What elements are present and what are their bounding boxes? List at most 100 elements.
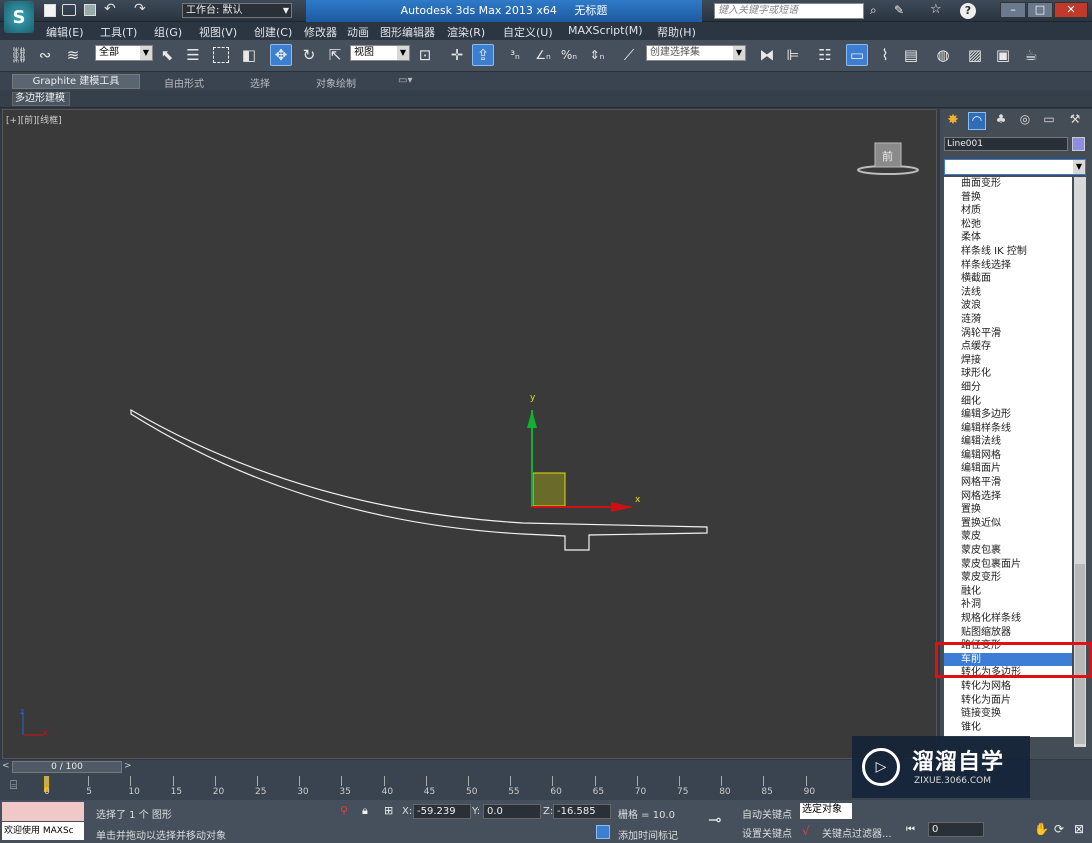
modify-icon[interactable]: ◠ xyxy=(968,112,986,130)
tab-selection[interactable]: 选择 xyxy=(250,75,270,90)
percent-snap-icon[interactable]: %ₙ xyxy=(558,44,580,66)
menu-edit[interactable]: 编辑(E) xyxy=(46,24,84,40)
modifier-item[interactable]: 网格选择 xyxy=(944,490,1072,504)
modifier-item[interactable]: 蒙皮包裹面片 xyxy=(944,558,1072,572)
move-icon[interactable]: ✥ xyxy=(270,44,292,66)
current-frame-field[interactable]: 0 xyxy=(928,822,984,837)
modifier-item[interactable]: 样条线 IK 控制 xyxy=(944,245,1072,259)
select-manipulate-icon[interactable]: ✛ xyxy=(446,44,468,66)
layer-icon[interactable]: ☷ xyxy=(814,44,836,66)
star-icon[interactable]: ☆ xyxy=(930,2,942,17)
link-icon[interactable]: ⛓ xyxy=(8,44,30,66)
app-logo-icon[interactable]: S xyxy=(4,1,34,33)
tools-icon[interactable]: ✎ xyxy=(894,3,904,17)
modifier-item[interactable]: 焊接 xyxy=(944,354,1072,368)
close-button[interactable]: ✕ xyxy=(1054,2,1088,18)
bind-spacewarp-icon[interactable]: ≋ xyxy=(62,44,84,66)
isolate-icon[interactable]: ⚲ xyxy=(340,804,348,817)
undo-icon[interactable]: ↶ xyxy=(104,1,116,17)
time-slider-thumb[interactable]: 0 / 100 xyxy=(12,761,122,773)
menu-help[interactable]: 帮助(H) xyxy=(657,24,696,40)
modifier-item[interactable]: 细化 xyxy=(944,395,1072,409)
help-icon[interactable]: ? xyxy=(960,3,976,19)
maximize-viewport-icon[interactable]: ⊠ xyxy=(1074,822,1084,836)
time-tag-icon[interactable] xyxy=(596,825,610,839)
menu-tools[interactable]: 工具(T) xyxy=(100,24,137,40)
menu-customize[interactable]: 自定义(U) xyxy=(503,24,553,40)
create-icon[interactable]: ✸ xyxy=(944,112,962,130)
modifier-item[interactable]: 编辑网格 xyxy=(944,449,1072,463)
modifier-item[interactable]: 贴图缩放器 xyxy=(944,626,1072,640)
open-file-icon[interactable] xyxy=(62,4,76,16)
key-filter-button[interactable]: 关键点过滤器... xyxy=(822,825,892,840)
modifier-item[interactable]: 编辑法线 xyxy=(944,435,1072,449)
modifier-item[interactable]: 蒙皮 xyxy=(944,530,1072,544)
viewport-front[interactable]: [+][前][线框] y x 前 z x xyxy=(2,109,937,759)
menu-rendering[interactable]: 渲染(R) xyxy=(447,24,485,40)
curve-editor-icon[interactable]: ⌇ xyxy=(874,44,896,66)
menu-group[interactable]: 组(G) xyxy=(154,24,182,40)
tab-object-paint[interactable]: 对象绘制 xyxy=(316,75,356,90)
key-filter-icon[interactable]: √ xyxy=(802,824,810,838)
render-setup-icon[interactable]: ▨ xyxy=(964,44,986,66)
viewcube-label[interactable]: 前 xyxy=(882,148,893,164)
modifier-item[interactable]: 补洞 xyxy=(944,598,1072,612)
y-coord-field[interactable]: 0.0 xyxy=(483,804,541,819)
orbit-icon[interactable]: ⟳ xyxy=(1054,822,1064,836)
modifier-item[interactable]: 规格化样条线 xyxy=(944,612,1072,626)
select-object-icon[interactable]: ⬉ xyxy=(156,44,178,66)
menu-maxscript[interactable]: MAXScript(M) xyxy=(568,24,643,37)
modifier-item[interactable]: 柔体 xyxy=(944,231,1072,245)
z-coord-field[interactable]: -16.585 xyxy=(553,804,611,819)
search-input[interactable]: 键入关键字或短语 xyxy=(714,3,864,19)
utilities-icon[interactable]: ⚒ xyxy=(1066,112,1084,130)
key-icon[interactable]: ⊸ xyxy=(708,810,721,829)
select-by-name-icon[interactable]: ☰ xyxy=(182,44,204,66)
display-icon[interactable]: ▭ xyxy=(1040,112,1058,130)
render-icon[interactable]: ☕ xyxy=(1020,44,1042,66)
snap-3-icon[interactable]: ³ₙ xyxy=(504,44,526,66)
x-coord-field[interactable]: -59.239 xyxy=(413,804,471,819)
modifier-item[interactable]: 编辑样条线 xyxy=(944,422,1072,436)
menu-animation[interactable]: 动画 xyxy=(347,24,369,40)
modifier-item[interactable]: 普换 xyxy=(944,191,1072,205)
unlink-icon[interactable]: ∾ xyxy=(34,44,56,66)
rect-select-icon[interactable] xyxy=(210,44,232,66)
modifier-item[interactable]: 球形化 xyxy=(944,367,1072,381)
time-prev-button[interactable]: < xyxy=(2,761,10,771)
modifier-item[interactable]: 融化 xyxy=(944,585,1072,599)
modifier-item[interactable]: 蒙皮变形 xyxy=(944,571,1072,585)
ribbon-icon[interactable]: ▭ xyxy=(846,44,868,66)
workspace-dropdown[interactable]: 工作台: 默认 ▼ xyxy=(182,3,292,18)
modifier-item[interactable]: 细分 xyxy=(944,381,1072,395)
menu-graph-editors[interactable]: 图形编辑器 xyxy=(380,24,435,40)
angle-snap-icon[interactable]: ∠ₙ xyxy=(532,44,554,66)
hierarchy-icon[interactable]: ♣ xyxy=(992,112,1010,130)
named-selection-dropdown[interactable]: 创建选择集 ▼ xyxy=(646,45,746,61)
maximize-button[interactable]: □ xyxy=(1027,2,1053,18)
modifier-item[interactable]: 样条线选择 xyxy=(944,259,1072,273)
menu-views[interactable]: 视图(V) xyxy=(199,24,237,40)
modifier-item[interactable]: 编辑面片 xyxy=(944,462,1072,476)
tab-freeform[interactable]: 自由形式 xyxy=(164,75,204,90)
minimize-button[interactable]: – xyxy=(1000,2,1026,18)
binoculars-icon[interactable]: ⌕ xyxy=(870,3,877,18)
auto-key-button[interactable]: 自动关键点 xyxy=(742,806,792,821)
abs-mode-icon[interactable]: ⊞ xyxy=(384,804,393,817)
object-color-swatch[interactable] xyxy=(1072,137,1085,151)
modifier-item[interactable]: 横截面 xyxy=(944,272,1072,286)
modifier-item[interactable]: 材质 xyxy=(944,204,1072,218)
motion-icon[interactable]: ◎ xyxy=(1016,112,1034,130)
new-file-icon[interactable] xyxy=(44,4,56,17)
rendered-frame-icon[interactable]: ▣ xyxy=(992,44,1014,66)
rotate-icon[interactable]: ↻ xyxy=(298,44,320,66)
redo-icon[interactable]: ↷ xyxy=(134,1,146,17)
modifier-item[interactable]: 蒙皮包裹 xyxy=(944,544,1072,558)
modifier-item[interactable]: 波浪 xyxy=(944,299,1072,313)
pivot-icon[interactable]: ⊡ xyxy=(414,44,436,66)
modifier-item[interactable]: 编辑多边形 xyxy=(944,408,1072,422)
modifier-item[interactable]: 松弛 xyxy=(944,218,1072,232)
modifier-item[interactable]: 网格平滑 xyxy=(944,476,1072,490)
ref-coord-dropdown[interactable]: 视图 ▼ xyxy=(350,45,410,61)
align-icon[interactable]: ⊫ xyxy=(782,44,804,66)
